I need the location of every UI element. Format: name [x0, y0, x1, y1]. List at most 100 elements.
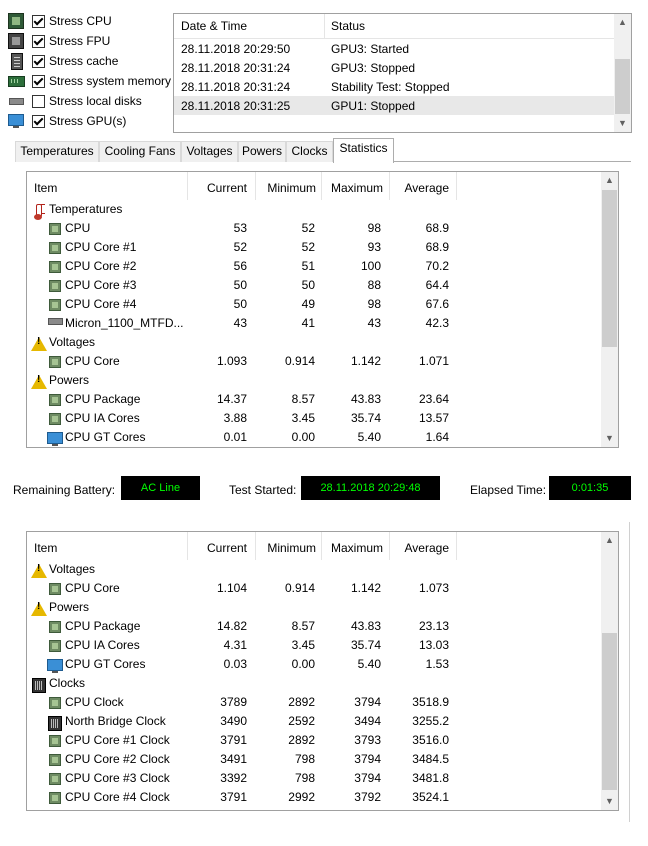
disk-icon: [47, 316, 63, 332]
table-row[interactable]: CPU GT Cores 0.03 0.00 5.40 1.53: [27, 655, 601, 674]
table-row[interactable]: CPU IA Cores 3.88 3.45 35.74 13.57: [27, 409, 601, 428]
stress-fpu-option[interactable]: Stress FPU: [8, 31, 110, 51]
grid-scrollbar[interactable]: ▲ ▼: [601, 532, 618, 810]
cell-maximum: 1.142: [350, 581, 381, 595]
stress-cpu-option[interactable]: Stress CPU: [8, 11, 112, 31]
stress-cache-option[interactable]: Stress cache: [8, 51, 118, 71]
scroll-up-icon[interactable]: ▲: [601, 532, 618, 549]
table-row[interactable]: CPU Core #2 Clock 3491 798 3794 3484.5: [27, 750, 601, 769]
cpu-chip-icon: [47, 790, 63, 806]
table-row[interactable]: CPU Core #2 56 51 100 70.2: [27, 257, 601, 276]
group-row[interactable]: ! Powers: [27, 371, 601, 390]
table-row[interactable]: CPU Core #1 Clock 3791 2892 3793 3516.0: [27, 731, 601, 750]
table-row[interactable]: CPU Core #3 50 50 88 64.4: [27, 276, 601, 295]
stress-memory-checkbox[interactable]: [32, 74, 45, 88]
item-label: CPU: [65, 221, 91, 235]
group-row[interactable]: ! Voltages: [27, 333, 601, 352]
table-row[interactable]: CPU IA Cores 4.31 3.45 35.74 13.03: [27, 636, 601, 655]
cell-maximum: 98: [367, 297, 381, 311]
scroll-thumb[interactable]: [602, 633, 617, 790]
group-row[interactable]: ! Voltages: [27, 560, 601, 579]
group-row[interactable]: ! Powers: [27, 598, 601, 617]
scroll-thumb[interactable]: [615, 59, 630, 114]
item-label: CPU Core #1 Clock: [65, 733, 170, 747]
table-row[interactable]: CPU Package 14.82 8.57 43.83 23.13: [27, 617, 601, 636]
table-row[interactable]: CPU Core #1 52 52 93 68.9: [27, 238, 601, 257]
col-average[interactable]: Average: [389, 541, 449, 555]
tab-powers[interactable]: Powers: [238, 141, 286, 162]
table-row[interactable]: CPU Core 1.093 0.914 1.142 1.071: [27, 352, 601, 371]
grid-scrollbar[interactable]: ▲ ▼: [601, 172, 618, 447]
log-row-selected[interactable]: 28.11.2018 20:31:25 GPU1: Stopped: [174, 96, 614, 115]
log-col-status[interactable]: Status: [331, 19, 365, 33]
log-row[interactable]: 28.11.2018 20:29:50 GPU3: Started: [174, 39, 614, 58]
scroll-thumb[interactable]: [602, 190, 617, 347]
cell-minimum: 8.57: [291, 392, 315, 406]
col-maximum[interactable]: Maximum: [321, 181, 383, 195]
log-col-datetime[interactable]: Date & Time: [181, 19, 247, 33]
log-scrollbar[interactable]: ▲ ▼: [614, 14, 631, 132]
disk-icon: [8, 93, 24, 109]
stress-cache-label: Stress cache: [49, 54, 119, 68]
stress-gpu-checkbox[interactable]: [32, 114, 45, 128]
cell-minimum: 0.00: [291, 657, 315, 671]
tab-statistics[interactable]: Statistics: [333, 138, 394, 163]
col-maximum[interactable]: Maximum: [321, 541, 383, 555]
table-row[interactable]: CPU Core #4 Clock 3791 2992 3792 3524.1: [27, 788, 601, 807]
tab-cooling-fans[interactable]: Cooling Fans: [99, 141, 181, 162]
col-current[interactable]: Current: [187, 541, 247, 555]
grid-header: Item Current Minimum Maximum Average: [27, 532, 601, 560]
log-row[interactable]: 28.11.2018 20:31:24 Stability Test: Stop…: [174, 77, 614, 96]
item-label: CPU Core #3 Clock: [65, 771, 170, 785]
stress-fpu-label: Stress FPU: [49, 34, 111, 48]
col-minimum[interactable]: Minimum: [255, 181, 316, 195]
group-row[interactable]: Temperatures: [27, 200, 601, 220]
scroll-up-icon[interactable]: ▲: [614, 14, 631, 31]
col-minimum[interactable]: Minimum: [255, 541, 316, 555]
log-row[interactable]: 28.11.2018 20:31:24 GPU3: Stopped: [174, 58, 614, 77]
stress-disks-option[interactable]: Stress local disks: [8, 91, 142, 111]
table-row[interactable]: CPU Core 1.104 0.914 1.142 1.073: [27, 579, 601, 598]
stress-memory-option[interactable]: Stress system memory: [8, 71, 171, 91]
stress-cache-checkbox[interactable]: [32, 54, 45, 68]
col-average[interactable]: Average: [389, 181, 449, 195]
cell-minimum: 3.45: [291, 638, 315, 652]
col-current[interactable]: Current: [187, 181, 247, 195]
cell-average: 3255.2: [412, 714, 449, 728]
stress-cpu-checkbox[interactable]: [32, 14, 45, 28]
battery-value: AC Line: [121, 476, 200, 500]
table-row[interactable]: CPU Clock 3789 2892 3794 3518.9: [27, 693, 601, 712]
cell-current: 3791: [220, 790, 247, 804]
col-item[interactable]: Item: [34, 181, 57, 195]
table-row[interactable]: CPU GT Cores 0.01 0.00 5.40 1.64: [27, 428, 601, 447]
cpu-chip-icon: [47, 619, 63, 635]
scroll-up-icon[interactable]: ▲: [601, 172, 618, 189]
cell-current: 43: [233, 316, 247, 330]
stress-fpu-checkbox[interactable]: [32, 34, 45, 48]
stress-gpu-option[interactable]: Stress GPU(s): [8, 111, 126, 131]
table-row[interactable]: CPU 53 52 98 68.9: [27, 219, 601, 238]
item-label: CPU Core #4 Clock: [65, 790, 170, 804]
scroll-down-icon[interactable]: ▼: [601, 793, 618, 810]
col-item[interactable]: Item: [34, 541, 57, 555]
table-row[interactable]: CPU Core #4 50 49 98 67.6: [27, 295, 601, 314]
cell-maximum: 100: [360, 259, 381, 273]
statistics-grid[interactable]: Item Current Minimum Maximum Average Tem…: [26, 171, 619, 448]
scroll-down-icon[interactable]: ▼: [601, 430, 618, 447]
table-row[interactable]: CPU Package 14.37 8.57 43.83 23.64: [27, 390, 601, 409]
cell-minimum: 2892: [288, 733, 315, 747]
table-row[interactable]: Micron_1100_MTFD... 43 41 43 42.3: [27, 314, 601, 333]
tab-temperatures[interactable]: Temperatures: [15, 141, 99, 162]
status-log[interactable]: Date & Time Status 28.11.2018 20:29:50 G…: [173, 13, 632, 133]
stress-disks-checkbox[interactable]: [32, 94, 45, 108]
cpu-chip-icon: [47, 411, 63, 427]
cell-minimum: 798: [294, 752, 315, 766]
tab-voltages[interactable]: Voltages: [181, 141, 238, 162]
group-row[interactable]: Clocks: [27, 674, 601, 693]
scroll-down-icon[interactable]: ▼: [614, 115, 631, 132]
tab-clocks[interactable]: Clocks: [286, 141, 333, 162]
cell-average: 13.03: [418, 638, 449, 652]
table-row[interactable]: CPU Core #3 Clock 3392 798 3794 3481.8: [27, 769, 601, 788]
statistics-grid-2[interactable]: Item Current Minimum Maximum Average ! Vo…: [26, 531, 619, 811]
table-row[interactable]: North Bridge Clock 3490 2592 3494 3255.2: [27, 712, 601, 731]
